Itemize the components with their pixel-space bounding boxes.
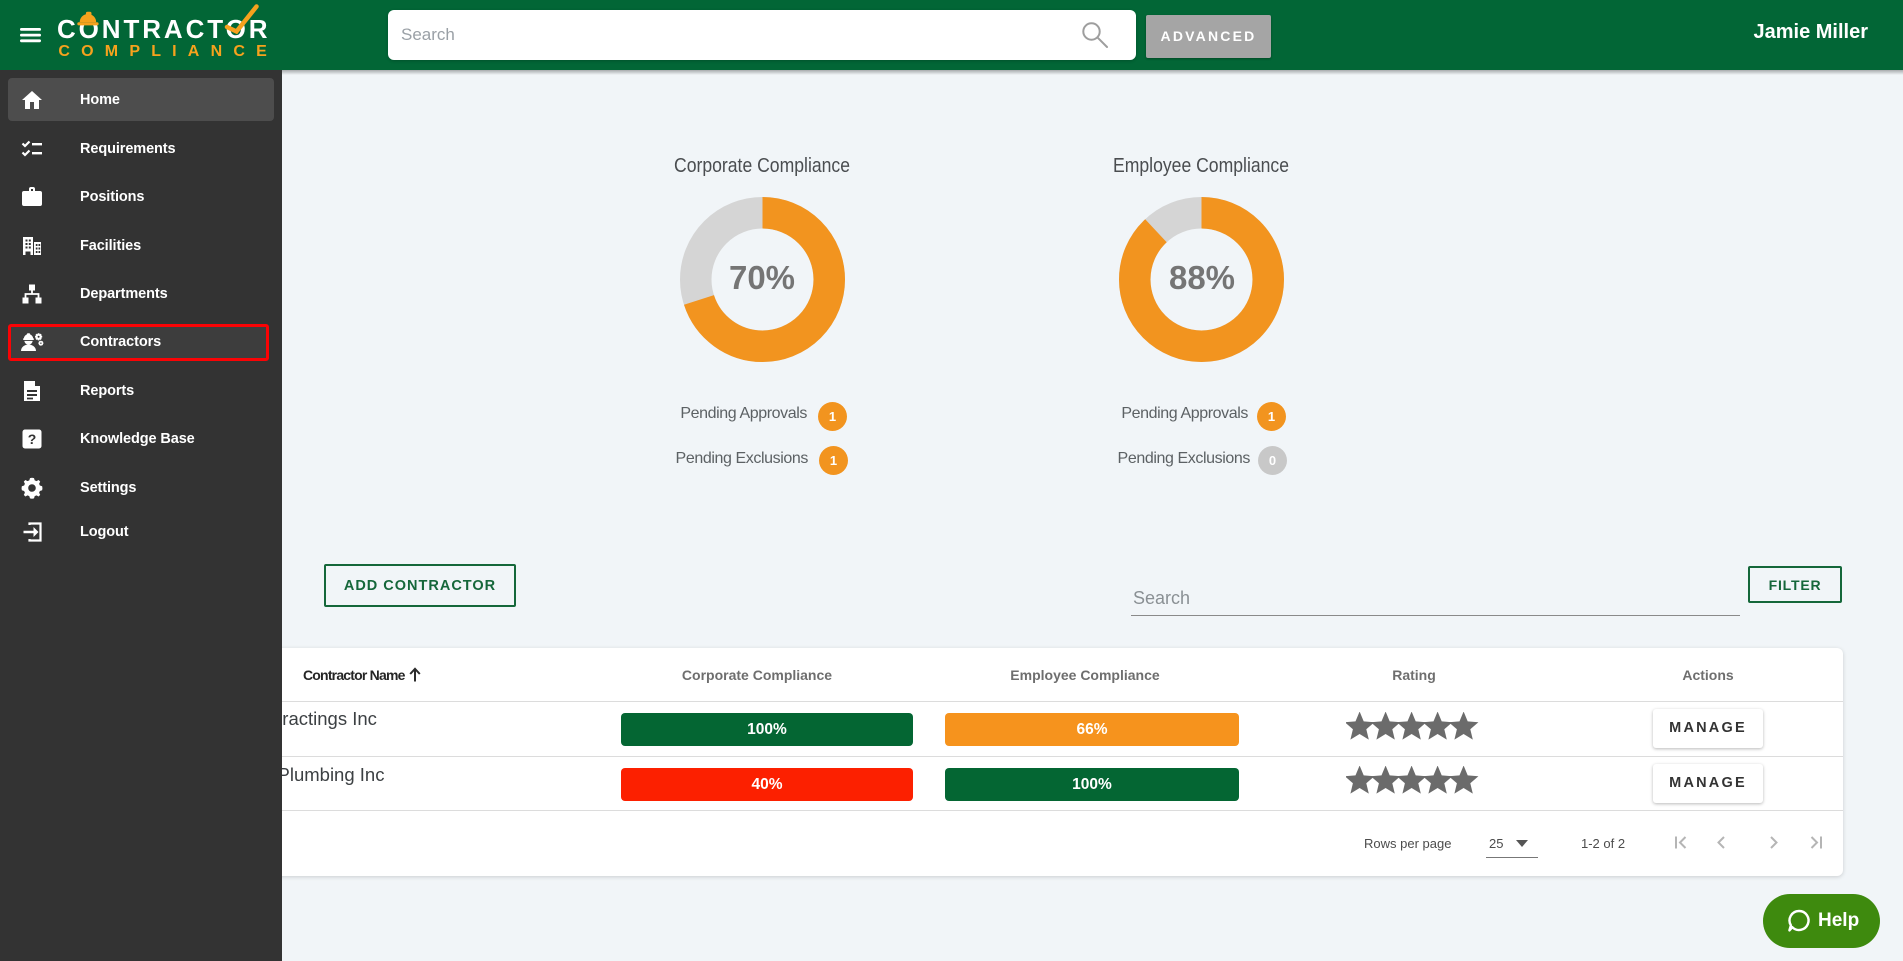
svg-text:Corporate Compliance: Corporate Compliance: [674, 155, 850, 177]
svg-text:COMPLIANCE: COMPLIANCE: [58, 43, 273, 60]
svg-text:Employee Compliance: Employee Compliance: [1113, 155, 1289, 177]
svg-text:?: ?: [28, 431, 37, 447]
